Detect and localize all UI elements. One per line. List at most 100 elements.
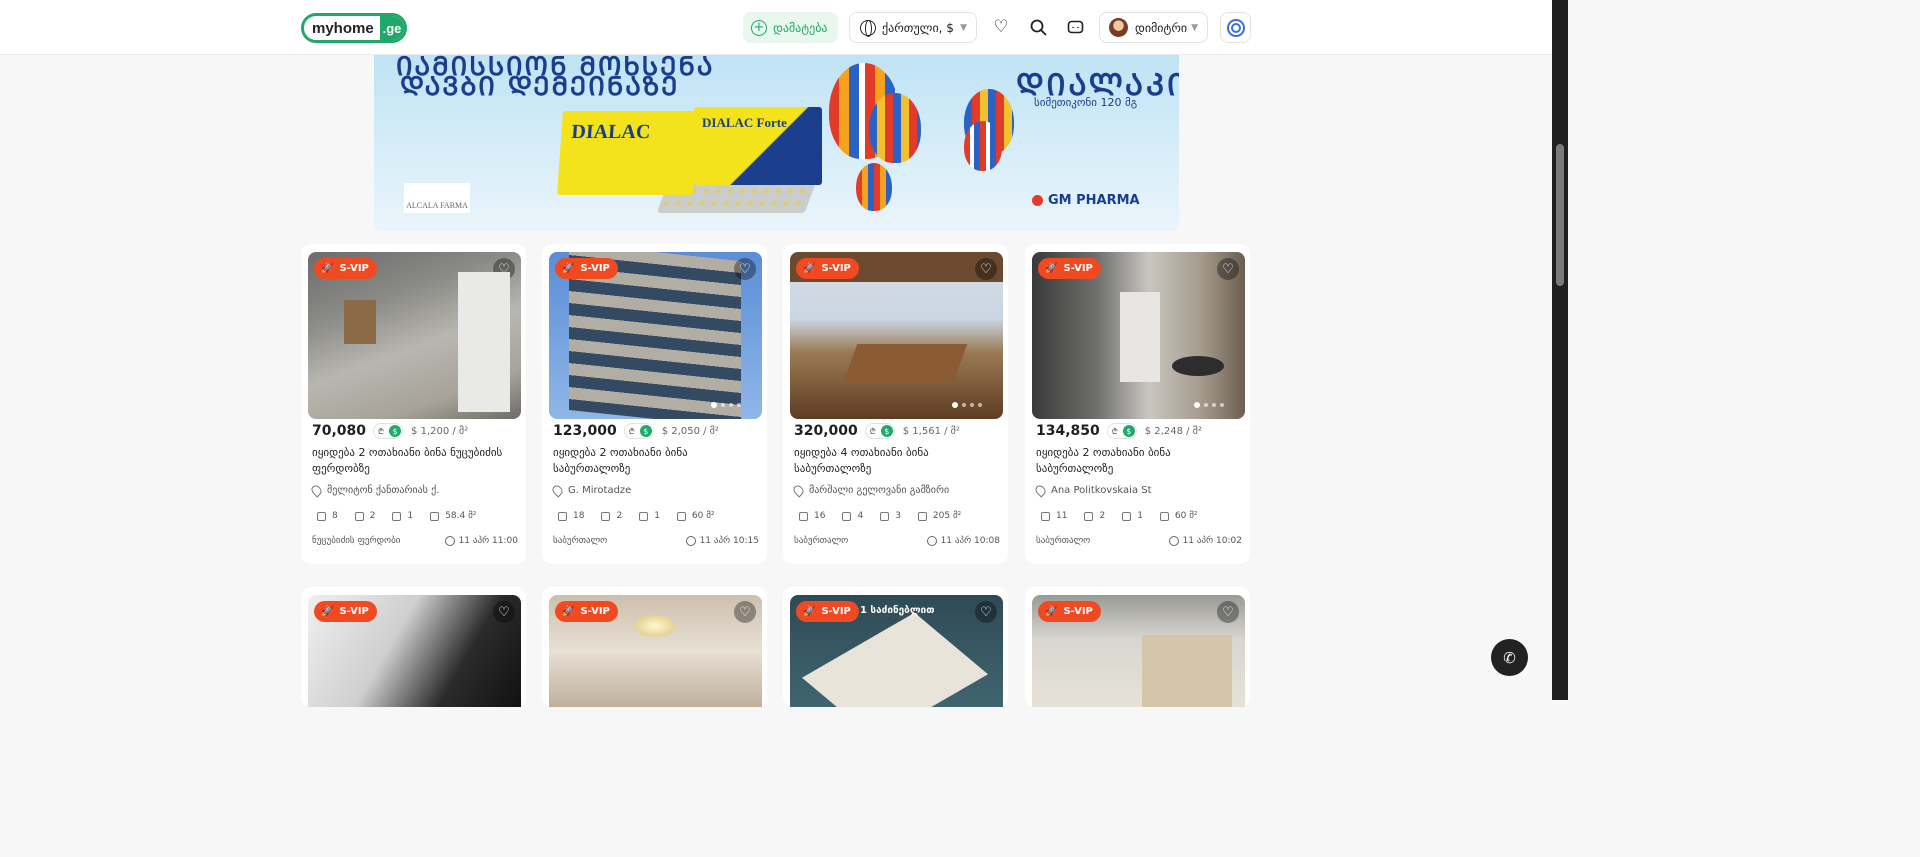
favorites-heart-icon[interactable]: ♡: [991, 17, 1011, 37]
listing-photo[interactable]: 🚀 S-VIP ♡: [549, 252, 762, 419]
rooms-value: 2: [369, 511, 376, 521]
listing-photo[interactable]: 🚀 S-VIP ♡: [1032, 595, 1245, 707]
usd-currency: $: [880, 425, 893, 437]
listing-photo[interactable]: 🚀 S-VIP ♡: [790, 252, 1003, 419]
listing-card[interactable]: 🚀 S-VIP ♡ 70,080 ₾ $ $ 1,200 / მ² იყიდება …: [301, 244, 526, 564]
favorite-heart-icon[interactable]: ♡: [975, 258, 997, 280]
listing-address: G. Mirotadze: [550, 483, 632, 498]
listing-photo[interactable]: 🚀 S-VIP ♡: [1032, 252, 1245, 419]
favorite-heart-icon[interactable]: ♡: [734, 601, 756, 623]
usd-currency: $: [1122, 425, 1135, 437]
favorite-heart-icon[interactable]: ♡: [1217, 601, 1239, 623]
currency-toggle[interactable]: ₾ $: [373, 423, 404, 439]
district-name: ნუცუბიძის ფერდობი: [312, 536, 401, 546]
photo-carousel-dots[interactable]: [470, 402, 500, 408]
listing-specs: 11 2 1 60 მ²: [1041, 511, 1215, 521]
price-per-sqm: $ 1,561 / მ²: [902, 425, 960, 437]
currency-toggle[interactable]: ₾ $: [623, 423, 654, 439]
rocket-icon: 🚀: [803, 263, 816, 274]
location-pin-icon: [791, 483, 806, 498]
currency-toggle[interactable]: ₾ $: [1106, 423, 1137, 439]
listing-title[interactable]: იყიდება 4 ოთახიანი ბინა საბურთალოზე: [794, 445, 1000, 477]
bedrooms-value: 1: [407, 511, 414, 521]
favorite-heart-icon[interactable]: ♡: [493, 601, 515, 623]
favorite-heart-icon[interactable]: ♡: [975, 601, 997, 623]
messages-chat-icon[interactable]: [1065, 17, 1085, 37]
posted-time: 11 აპრ 10:08: [926, 536, 1000, 546]
door-icon: [1084, 511, 1094, 521]
svip-label: S-VIP: [821, 263, 851, 274]
listing-card[interactable]: 🚀 S-VIP ♡ 320,000 ₾ $ $ 1,561 / მ² იყიდება…: [783, 244, 1008, 564]
posted-time: 11 აპრ 10:02: [1168, 536, 1242, 546]
photo-carousel-dots[interactable]: [711, 402, 741, 408]
rocket-icon: 🚀: [803, 606, 816, 617]
floor-spec: 8: [317, 511, 338, 521]
listing-card[interactable]: 🚀 S-VIP ♡: [542, 587, 767, 707]
balloon-image: [856, 163, 892, 211]
listing-title[interactable]: იყიდება 2 ოთახიანი ბინა საბურთალოზე: [553, 445, 759, 477]
brand-app-button[interactable]: [1220, 12, 1251, 43]
bed-icon: [392, 511, 402, 521]
language-currency-label: ქართული, $: [882, 20, 954, 35]
language-currency-dropdown[interactable]: ქართული, $ ▼: [849, 12, 977, 43]
price-per-sqm: $ 2,248 / მ²: [1144, 425, 1202, 437]
site-logo[interactable]: myhome .ge: [301, 13, 407, 43]
add-listing-button[interactable]: + დამატება: [743, 12, 838, 43]
listing-title[interactable]: იყიდება 2 ოთახიანი ბინა საბურთალოზე: [1036, 445, 1242, 477]
svip-label: S-VIP: [1063, 263, 1093, 274]
posted-time: 11 აპრ 11:00: [444, 536, 518, 546]
favorite-heart-icon[interactable]: ♡: [1217, 258, 1239, 280]
listing-card[interactable]: 🚀 S-VIP ♡: [301, 587, 526, 707]
favorite-heart-icon[interactable]: ♡: [493, 258, 515, 280]
scrollbar-thumb[interactable]: [1556, 144, 1564, 286]
bed-icon: [880, 511, 890, 521]
area-spec: 58.4 მ²: [430, 511, 476, 521]
top-header: myhome .ge + დამატება ქართული, $ ▼ ♡ დიმ…: [0, 0, 1552, 55]
rocket-icon: 🚀: [562, 263, 575, 274]
user-menu-button[interactable]: დიმიტრი ▼: [1099, 12, 1208, 43]
listing-card[interactable]: 🚀 S-VIP ♡ 134,850 ₾ $ $ 2,248 / მ² იყიდება…: [1025, 244, 1250, 564]
posted-time: 11 აპრ 10:15: [685, 536, 759, 546]
price-row: 134,850 ₾ $ $ 2,248 / მ²: [1036, 421, 1202, 441]
advertisement-banner[interactable]: ᲘᲐᲛᲘᲡᲡᲘᲝᲜ ᲛᲝᲮᲡᲔᲜᲐ ᲓᲐᲕᲑᲘ ᲓᲔᲛᲔᲘᲜᲐᲖᲔ ᲓᲘᲐᲚᲐᲙ…: [374, 55, 1179, 231]
currency-toggle[interactable]: ₾ $: [864, 423, 895, 439]
svip-badge: 🚀 S-VIP: [1038, 258, 1101, 279]
listing-photo[interactable]: ბინა 1 საძინებლით 🚀 S-VIP ♡: [790, 595, 1003, 707]
bedrooms-spec: 1: [639, 511, 660, 521]
price-row: 123,000 ₾ $ $ 2,050 / მ²: [553, 421, 719, 441]
photo-carousel-dots[interactable]: [952, 402, 982, 408]
chevron-down-icon: ▼: [960, 22, 967, 33]
listing-card[interactable]: 🚀 S-VIP ♡: [1025, 587, 1250, 707]
chevron-down-icon: ▼: [1191, 22, 1198, 33]
listing-footer: საბურთალო 11 აპრ 10:08: [794, 536, 1000, 546]
banner-headline-line2: ᲓᲐᲕᲑᲘ ᲓᲔᲛᲔᲘᲜᲐᲖᲔ: [400, 72, 680, 102]
listing-card[interactable]: 🚀 S-VIP ♡ 123,000 ₾ $ $ 2,050 / მ² იყიდება…: [542, 244, 767, 564]
favorite-heart-icon[interactable]: ♡: [734, 258, 756, 280]
listing-specs: 8 2 1 58.4 მ²: [317, 511, 493, 521]
phone-icon: ✆: [1503, 648, 1516, 667]
floor-value: 8: [332, 511, 338, 521]
globe-icon: [860, 19, 876, 37]
add-listing-label: დამატება: [773, 20, 828, 35]
page-scrollbar[interactable]: [1552, 0, 1568, 700]
phone-call-button[interactable]: ✆: [1491, 639, 1528, 676]
rooms-value: 4: [857, 511, 864, 521]
bedrooms-spec: 1: [1122, 511, 1143, 521]
svip-badge: 🚀 S-VIP: [555, 601, 618, 622]
search-icon[interactable]: [1028, 17, 1048, 37]
clock-icon: [926, 536, 937, 546]
avatar: [1109, 18, 1128, 37]
listing-price: 70,080: [312, 423, 367, 439]
listing-photo[interactable]: 🚀 S-VIP ♡: [308, 252, 521, 419]
listing-card[interactable]: ბინა 1 საძინებლით 🚀 S-VIP ♡: [783, 587, 1008, 707]
stairs-icon: [1041, 511, 1050, 521]
price-row: 320,000 ₾ $ $ 1,561 / მ²: [794, 421, 960, 441]
photo-carousel-dots[interactable]: [1194, 402, 1224, 408]
gel-currency: ₾: [628, 426, 635, 436]
listing-title[interactable]: იყიდება 2 ოთახიანი ბინა ნუცუბიძის ფერდობ…: [312, 445, 518, 477]
address-text: G. Mirotadze: [568, 485, 632, 496]
svip-badge: 🚀 S-VIP: [314, 601, 377, 622]
listing-photo[interactable]: 🚀 S-VIP ♡: [308, 595, 521, 707]
listing-photo[interactable]: 🚀 S-VIP ♡: [549, 595, 762, 707]
floor-spec: 11: [1041, 511, 1067, 521]
